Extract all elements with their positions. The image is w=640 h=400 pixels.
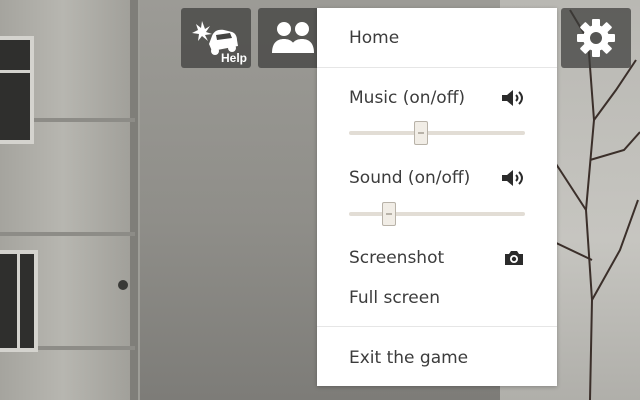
gear-icon [577, 19, 615, 57]
sound-slider-thumb[interactable] [382, 202, 397, 226]
menu-item-music-toggle[interactable]: Music (on/off) [349, 83, 525, 113]
music-slider-thumb[interactable] [414, 121, 429, 145]
music-volume-slider[interactable] [349, 121, 525, 145]
floor-ledge [0, 232, 135, 236]
sound-volume-slider[interactable] [349, 202, 525, 226]
music-slider-track [349, 131, 525, 135]
wall-seam [130, 0, 138, 400]
menu-item-exit-game[interactable]: Exit the game [349, 343, 525, 373]
menu-item-fullscreen[interactable]: Full screen [349, 283, 525, 313]
settings-button[interactable] [561, 8, 631, 68]
speaker-icon[interactable] [501, 89, 525, 107]
music-toggle-label: Music (on/off) [349, 88, 466, 108]
menu-item-home-label: Home [349, 28, 400, 48]
fullscreen-label: Full screen [349, 288, 440, 308]
camera-icon[interactable] [503, 249, 525, 267]
menu-item-screenshot[interactable]: Screenshot [349, 243, 525, 273]
exit-game-label: Exit the game [349, 348, 469, 368]
speaker-icon[interactable] [501, 169, 525, 187]
menu-item-home[interactable]: Home [349, 23, 525, 53]
help-label: Help [220, 51, 247, 65]
building-window [0, 36, 34, 144]
help-button[interactable]: Help [181, 8, 251, 68]
sound-slider-track [349, 212, 525, 216]
building-window [0, 250, 38, 352]
menu-item-sound-toggle[interactable]: Sound (on/off) [349, 163, 525, 193]
menu-divider [317, 326, 557, 327]
wall-bolt [118, 280, 128, 290]
screenshot-label: Screenshot [349, 248, 445, 268]
settings-menu: Home Music (on/off) Sound (on/off) Scree… [317, 8, 557, 386]
sound-toggle-label: Sound (on/off) [349, 168, 471, 188]
menu-divider [317, 67, 557, 68]
two-people-icon [272, 22, 314, 53]
